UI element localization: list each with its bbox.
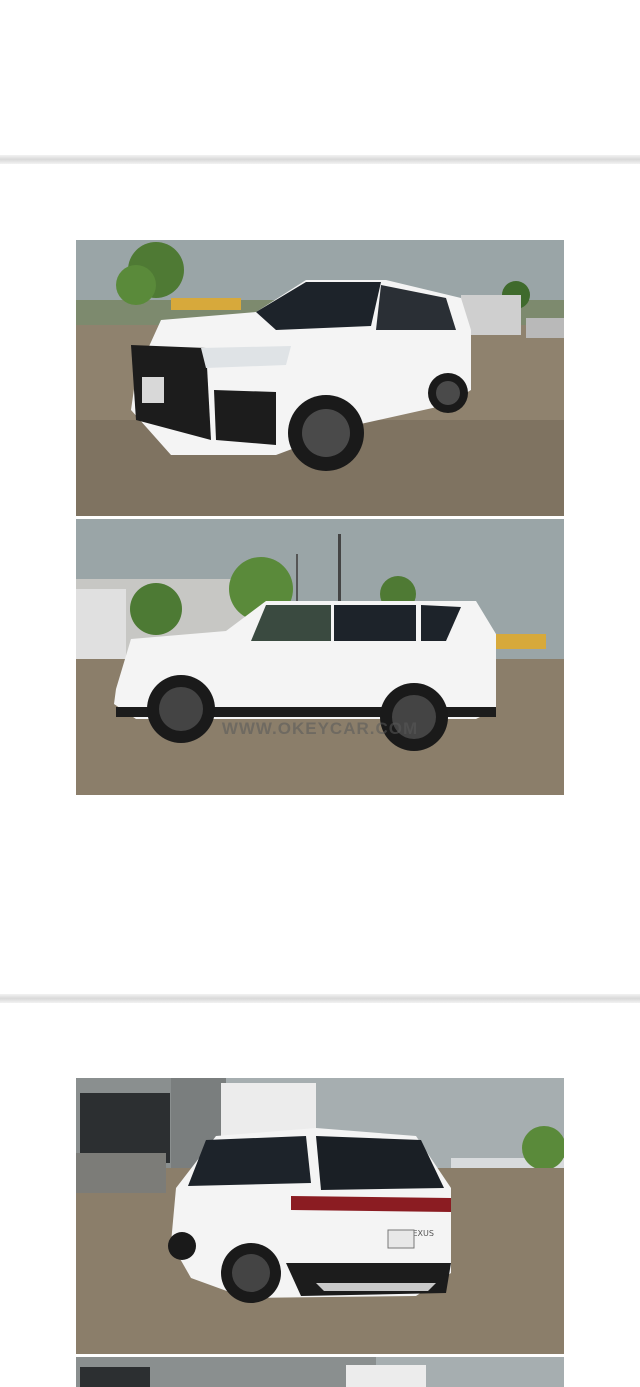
car-photo-next[interactable] — [76, 1357, 564, 1387]
gallery-card-top — [0, 0, 640, 155]
car-side-image — [76, 519, 564, 795]
watermark-text: WWW.OKEYCAR.COM — [221, 719, 419, 738]
car-photo-side[interactable]: WWW.OKEYCAR.COM — [76, 519, 564, 795]
card-separator — [0, 155, 640, 164]
car-next-image — [76, 1357, 564, 1387]
car-photo-front[interactable] — [76, 240, 564, 516]
car-photo-rear[interactable]: LEXUS — [76, 1078, 564, 1354]
car-front-image — [76, 240, 564, 516]
card-separator — [0, 994, 640, 1003]
car-rear-image: LEXUS — [76, 1078, 564, 1354]
gallery-card-second: LEXUS — [0, 1003, 640, 1387]
gallery-card-main: WWW.OKEYCAR.COM — [0, 164, 640, 994]
